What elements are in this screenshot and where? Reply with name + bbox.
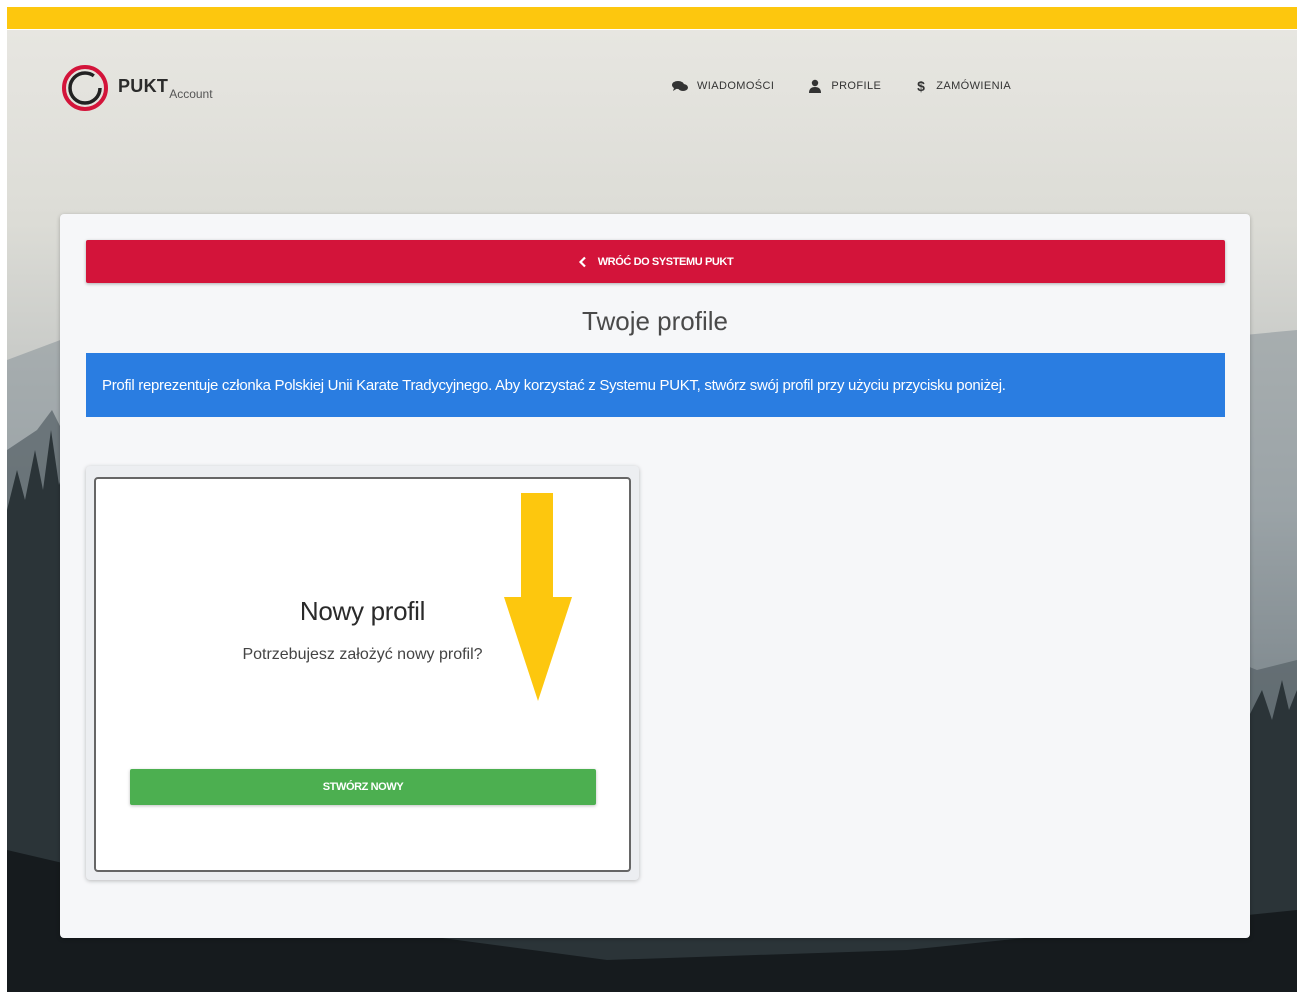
nav-item-profile[interactable]: PROFILE: [808, 78, 881, 94]
main-card: WRÓĆ DO SYSTEMU PUKT Twoje profile Profi…: [60, 214, 1250, 938]
pukt-logo-icon[interactable]: [60, 63, 110, 113]
nav-label-orders: ZAMÓWIENIA: [936, 80, 1012, 92]
nav-label-profile: PROFILE: [831, 80, 882, 92]
brand-subtitle: Account: [169, 87, 213, 101]
info-banner: Profil reprezentuje członka Polskiej Uni…: [86, 353, 1225, 417]
dollar-icon: $: [917, 78, 926, 94]
brand-name: PUKT: [118, 76, 169, 96]
user-icon: [809, 79, 822, 93]
nav-item-messages[interactable]: WIADOMOŚCI: [672, 78, 774, 94]
chat-icon: [672, 81, 688, 91]
brand[interactable]: PUKTAccount: [118, 76, 213, 101]
back-button-label: WRÓĆ DO SYSTEMU PUKT: [597, 255, 734, 268]
nav-label-messages: WIADOMOŚCI: [697, 80, 775, 92]
back-to-system-button[interactable]: WRÓĆ DO SYSTEMU PUKT: [86, 240, 1225, 283]
top-nav: WIADOMOŚCI PROFILE $ ZAMÓWIENIA: [672, 78, 1011, 94]
chevron-left-icon: [578, 256, 586, 267]
page-title: Twoje profile: [582, 306, 728, 336]
new-profile-card: Nowy profil Potrzebujesz założyć nowy pr…: [86, 466, 639, 880]
new-profile-card-inner: Nowy profil Potrzebujesz założyć nowy pr…: [94, 477, 631, 872]
nav-item-orders[interactable]: $ ZAMÓWIENIA: [915, 78, 1011, 94]
create-new-button[interactable]: STWÓRZ NOWY: [130, 769, 596, 805]
yellow-top-bar: [7, 7, 1297, 29]
arrow-down-icon: [504, 493, 572, 701]
